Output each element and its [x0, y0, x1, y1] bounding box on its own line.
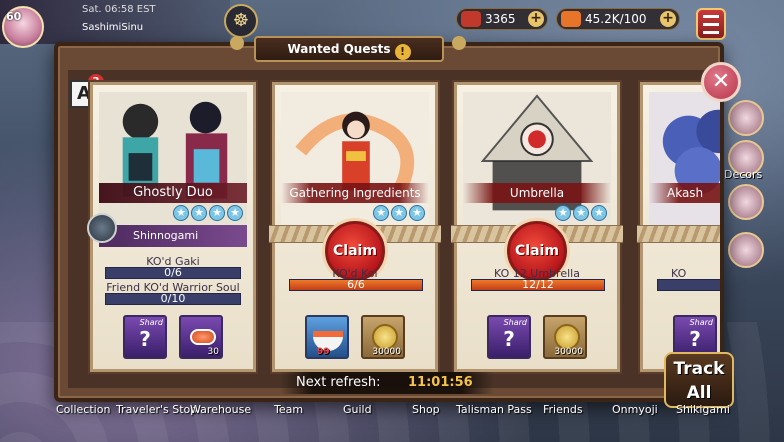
star-icon: ★ — [391, 205, 407, 221]
close-button[interactable]: ✕ — [701, 62, 741, 102]
side-icon-1[interactable] — [728, 100, 764, 136]
objective-progress-text: 0/6 — [164, 266, 182, 279]
star-icon: ★ — [191, 205, 207, 221]
objective-progress-bar — [657, 279, 720, 291]
jade-counter: 3365 + — [456, 8, 548, 30]
star-icon: ★ — [227, 205, 243, 221]
star-rating: ★ ★ ★ — [373, 205, 425, 221]
shinnogami-icon — [87, 213, 117, 243]
objective-progress-bar: 12/12 — [471, 279, 605, 291]
sushi-counter: 45.2K/100 + — [556, 8, 680, 30]
shard-tag: Shard — [139, 318, 163, 327]
reward-coins[interactable]: 30000 — [361, 315, 405, 359]
quest-card-gathering-ingredients[interactable]: Gathering Ingredients ★ ★ ★ Claim KO'd K… — [269, 82, 441, 372]
side-icon-3[interactable] — [728, 184, 764, 220]
nav-shikigami[interactable]: Shikigami — [676, 403, 730, 416]
quest-card-clip: Akash KO Shard ? — [636, 78, 720, 378]
add-sushi-button[interactable]: + — [660, 11, 676, 27]
sushi-icon — [561, 11, 581, 27]
player-name: SashimiSinu — [82, 22, 144, 33]
next-refresh-bar: Next refresh: 11:01:56 — [280, 372, 494, 394]
quest-name: Akash — [649, 183, 720, 203]
reward-amount: 30000 — [554, 347, 583, 357]
quest-name: Gathering Ingredients — [281, 183, 429, 203]
add-jade-button[interactable]: + — [528, 11, 544, 27]
next-refresh-timer: 11:01:56 — [408, 375, 473, 390]
star-rating: ★ ★ ★ — [555, 205, 607, 221]
nav-warehouse[interactable]: Warehouse — [190, 403, 251, 416]
unknown-shard-icon: ? — [689, 327, 701, 351]
track-all-line1: Track — [673, 359, 725, 379]
nav-shop[interactable]: Shop — [412, 403, 440, 416]
panel-title-text: Wanted Quests — [287, 42, 391, 56]
objective-progress-text: 0/10 — [160, 292, 186, 305]
reward-amount: 30000 — [372, 347, 401, 357]
star-icon: ★ — [573, 205, 589, 221]
quest-name: Ghostly Duo — [99, 183, 247, 203]
shard-tag: Shard — [689, 318, 713, 327]
panel-title: Wanted Quests! — [254, 36, 444, 62]
side-icon-4[interactable] — [728, 232, 764, 268]
jade-amount: 3365 — [485, 12, 516, 26]
rope-divider — [637, 225, 720, 243]
objective-progress-text: 6/6 — [347, 278, 365, 291]
quest-name: Umbrella — [463, 183, 611, 203]
objective-progress-bar: 6/6 — [289, 279, 423, 291]
reward-amount: 99 — [317, 347, 330, 357]
ornament-right — [452, 36, 466, 50]
sushi-amount: 45.2K/100 — [585, 12, 647, 26]
star-icon: ★ — [555, 205, 571, 221]
akash-art — [649, 91, 720, 231]
sushi-icon — [190, 329, 216, 345]
nav-guild[interactable]: Guild — [343, 403, 372, 416]
akash-illustration — [649, 91, 720, 231]
unknown-shard-icon: ? — [503, 327, 515, 351]
menu-button[interactable] — [696, 8, 726, 40]
quest-card-umbrella[interactable]: Umbrella ★ ★ ★ Claim KO 12 Umbrella 12/1… — [451, 82, 623, 372]
bottom-nav: Collection Traveler's Stop Warehouse Tea… — [0, 400, 784, 442]
objective-progress-bar: 0/10 — [105, 293, 241, 305]
reward-amount: 30 — [207, 347, 219, 357]
jade-icon — [461, 11, 481, 27]
shard-tag: Shard — [503, 318, 527, 327]
nav-onmyoji[interactable]: Onmyoji — [612, 403, 658, 416]
objective-progress-text: 12/12 — [522, 278, 554, 291]
player-level: 60 — [6, 10, 22, 23]
star-icon: ★ — [373, 205, 389, 221]
star-icon: ★ — [173, 205, 189, 221]
unknown-shard-icon: ? — [139, 327, 151, 351]
guild-emblem-icon[interactable]: ☸ — [224, 4, 258, 38]
reward-shard[interactable]: Shard ? — [487, 315, 531, 359]
quest-card-akash[interactable]: Akash KO Shard ? — [637, 82, 720, 372]
objective-progress-bar: 0/6 — [105, 267, 241, 279]
ornament-left — [230, 36, 244, 50]
star-icon: ★ — [209, 205, 225, 221]
server-datetime: Sat. 06:58 EST — [82, 4, 156, 15]
next-refresh-label: Next refresh: — [296, 375, 381, 390]
reward-sushi[interactable]: 30 — [179, 315, 223, 359]
nav-collection[interactable]: Collection — [56, 403, 110, 416]
menu-icon — [703, 15, 719, 18]
nav-friends[interactable]: Friends — [543, 403, 583, 416]
reward-shard[interactable]: Shard ? — [123, 315, 167, 359]
decors-label: Decors — [724, 168, 763, 181]
star-icon: ★ — [591, 205, 607, 221]
nav-team[interactable]: Team — [274, 403, 303, 416]
info-icon[interactable]: ! — [394, 44, 411, 60]
reward-coins[interactable]: 30000 — [543, 315, 587, 359]
star-icon: ★ — [409, 205, 425, 221]
quest-card-ghostly-duo[interactable]: Ghostly Duo ★ ★ ★ ★ Shinnogami KO'd Gaki… — [87, 82, 256, 372]
player-info-bar[interactable]: 60 Sat. 06:58 EST SashimiSinu — [0, 0, 230, 48]
reward-bowl[interactable]: 99 — [305, 315, 349, 359]
star-rating: ★ ★ ★ ★ — [173, 205, 243, 221]
nav-travelers-stop[interactable]: Traveler's Stop — [116, 403, 197, 416]
shinnogami-tag: Shinnogami — [99, 225, 247, 247]
nav-talisman-pass[interactable]: Talisman Pass — [456, 403, 532, 416]
